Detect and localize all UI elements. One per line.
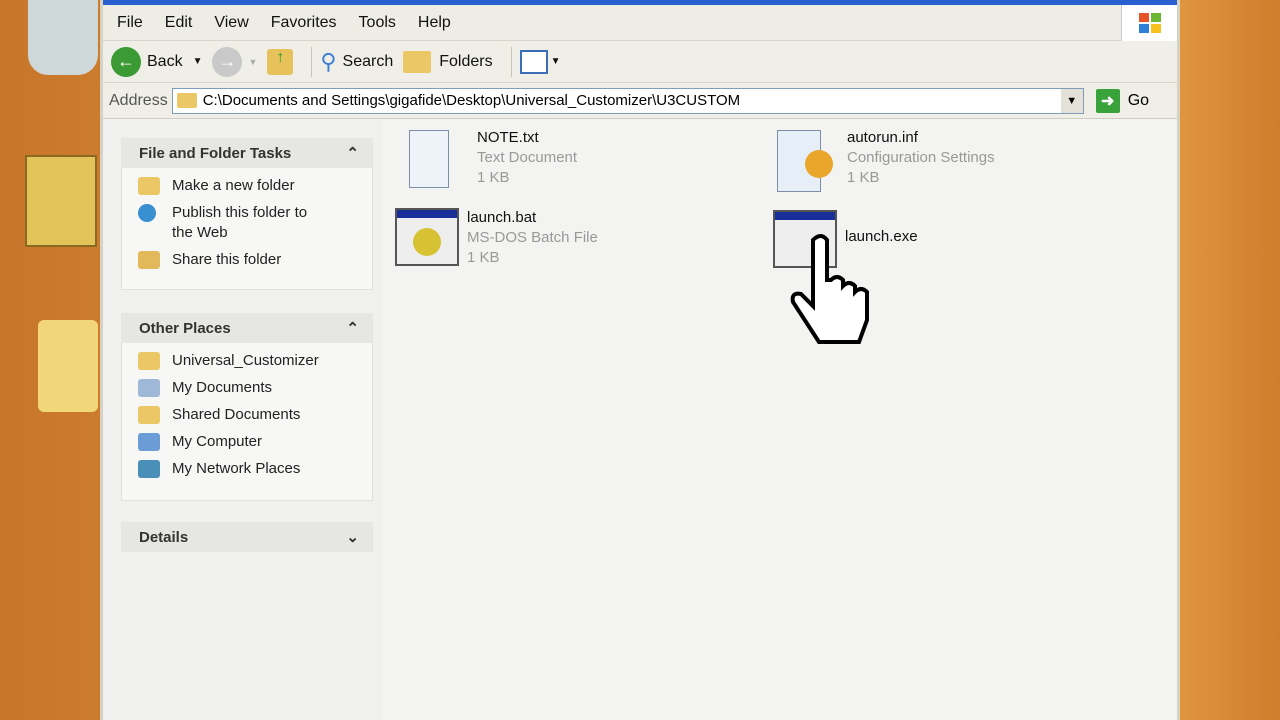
folder-icon	[138, 352, 160, 370]
address-label: Address	[109, 91, 168, 109]
details-panel: Details ⌄	[121, 522, 373, 552]
folders-label: Folders	[439, 52, 493, 70]
file-size: 1 KB	[847, 169, 880, 186]
views-icon	[519, 49, 548, 74]
go-button[interactable]: ➜ Go	[1095, 88, 1150, 113]
toolbar-divider	[311, 46, 313, 77]
place-label: Universal_Customizer	[172, 352, 319, 369]
new-folder-icon	[138, 177, 160, 195]
menu-bar: File Edit View Favorites Tools Help	[103, 5, 1177, 41]
file-size: 1 KB	[477, 169, 510, 186]
menu-file[interactable]: File	[117, 14, 143, 32]
place-label: My Network Places	[172, 460, 301, 477]
forward-arrow-icon: →	[212, 46, 243, 77]
place-universal-customizer[interactable]: Universal_Customizer	[138, 351, 372, 371]
zip-folder-desktop-icon[interactable]	[25, 155, 97, 247]
go-label: Go	[1127, 91, 1150, 109]
windows-logo-icon	[1121, 5, 1177, 41]
task-make-folder[interactable]: Make a new folder	[138, 176, 372, 196]
folders-icon	[403, 50, 432, 73]
search-button[interactable]: ⚲ Search	[320, 49, 393, 75]
address-path: C:\Documents and Settings\gigafide\Deskt…	[202, 92, 741, 109]
expand-icon[interactable]: ⌄	[346, 528, 359, 546]
chevron-down-icon[interactable]: ▼	[193, 56, 203, 67]
share-folder-icon	[138, 251, 160, 269]
network-icon	[138, 460, 160, 478]
back-arrow-icon: ←	[111, 46, 141, 77]
go-arrow-icon: ➜	[1095, 88, 1120, 113]
place-shared-documents[interactable]: Shared Documents	[138, 405, 372, 425]
folders-button[interactable]: Folders	[403, 50, 493, 73]
file-size: 1 KB	[467, 249, 500, 266]
file-folder-tasks-panel: File and Folder Tasks ⌃ Make a new folder…	[121, 138, 373, 290]
place-my-documents[interactable]: My Documents	[138, 378, 372, 398]
search-label: Search	[342, 52, 394, 70]
place-my-network[interactable]: My Network Places	[138, 459, 372, 479]
up-folder-icon: ↑	[267, 48, 294, 75]
config-settings-icon	[775, 128, 839, 192]
menu-favorites[interactable]: Favorites	[271, 14, 337, 32]
panel-title: File and Folder Tasks	[139, 144, 292, 162]
hand-cursor-icon	[785, 232, 875, 355]
collapse-icon[interactable]: ⌃	[346, 144, 359, 162]
task-pane: File and Folder Tasks ⌃ Make a new folder…	[103, 120, 383, 720]
text-document-icon	[405, 128, 469, 188]
place-my-computer[interactable]: My Computer	[138, 432, 372, 452]
my-documents-icon	[138, 379, 160, 397]
menu-tools[interactable]: Tools	[359, 14, 396, 32]
folder-icon	[176, 93, 197, 108]
panel-title: Other Places	[139, 319, 231, 337]
panel-header[interactable]: File and Folder Tasks ⌃	[121, 138, 373, 168]
desktop-background	[1180, 0, 1280, 720]
panel-title: Details	[139, 528, 189, 546]
menu-edit[interactable]: Edit	[165, 14, 193, 32]
file-name: autorun.inf	[847, 129, 918, 146]
address-bar: Address C:\Documents and Settings\gigafi…	[103, 83, 1177, 119]
views-button[interactable]: ▼	[519, 49, 561, 74]
task-share-folder[interactable]: Share this folder	[138, 250, 372, 270]
folder-desktop-icon[interactable]	[38, 320, 98, 412]
file-autorun-inf[interactable]: autorun.inf Configuration Settings 1 KB	[775, 128, 995, 192]
up-folder-button[interactable]: ↑	[267, 48, 294, 75]
task-label: Make a new folder	[172, 177, 295, 194]
place-label: My Documents	[172, 379, 273, 396]
file-name: NOTE.txt	[477, 129, 539, 146]
toolbar-divider	[510, 46, 512, 77]
menu-help[interactable]: Help	[418, 14, 451, 32]
task-label: Share this folder	[172, 251, 282, 268]
task-label: Publish this folder to the Web	[172, 204, 308, 241]
back-button[interactable]: ← Back ▼	[111, 46, 203, 77]
address-dropdown-button[interactable]: ▼	[1060, 88, 1083, 113]
computer-icon	[138, 433, 160, 451]
toolbar: ← Back ▼ → ▼ ↑ ⚲ Search Folders ▼	[103, 41, 1177, 83]
address-input[interactable]: C:\Documents and Settings\gigafide\Deskt…	[171, 87, 1084, 114]
other-places-panel: Other Places ⌃ Universal_Customizer My Do…	[121, 313, 373, 501]
file-type: MS-DOS Batch File	[467, 229, 598, 246]
file-note-txt[interactable]: NOTE.txt Text Document 1 KB	[405, 128, 577, 188]
file-launch-bat[interactable]: launch.bat MS-DOS Batch File 1 KB	[395, 208, 598, 268]
place-label: My Computer	[172, 433, 263, 450]
file-name: launch.bat	[467, 209, 537, 226]
file-type: Configuration Settings	[847, 149, 995, 166]
chevron-down-icon: ▼	[550, 56, 561, 67]
search-icon: ⚲	[320, 48, 337, 74]
globe-icon	[138, 204, 156, 222]
forward-button[interactable]: → ▼	[212, 46, 258, 77]
panel-header[interactable]: Other Places ⌃	[121, 313, 373, 343]
batch-file-icon	[395, 208, 459, 268]
menu-view[interactable]: View	[214, 14, 248, 32]
panel-header[interactable]: Details ⌄	[121, 522, 373, 552]
collapse-icon[interactable]: ⌃	[346, 319, 359, 337]
chevron-down-icon: ▼	[248, 56, 258, 67]
explorer-window: File Edit View Favorites Tools Help ← Bac…	[100, 0, 1180, 720]
file-type: Text Document	[477, 149, 578, 166]
task-publish-web[interactable]: Publish this folder to the Web	[138, 203, 372, 243]
recycle-bin-desktop-icon[interactable]	[28, 0, 98, 75]
back-label: Back	[147, 52, 183, 70]
place-label: Shared Documents	[172, 406, 301, 423]
folder-icon	[138, 406, 160, 424]
